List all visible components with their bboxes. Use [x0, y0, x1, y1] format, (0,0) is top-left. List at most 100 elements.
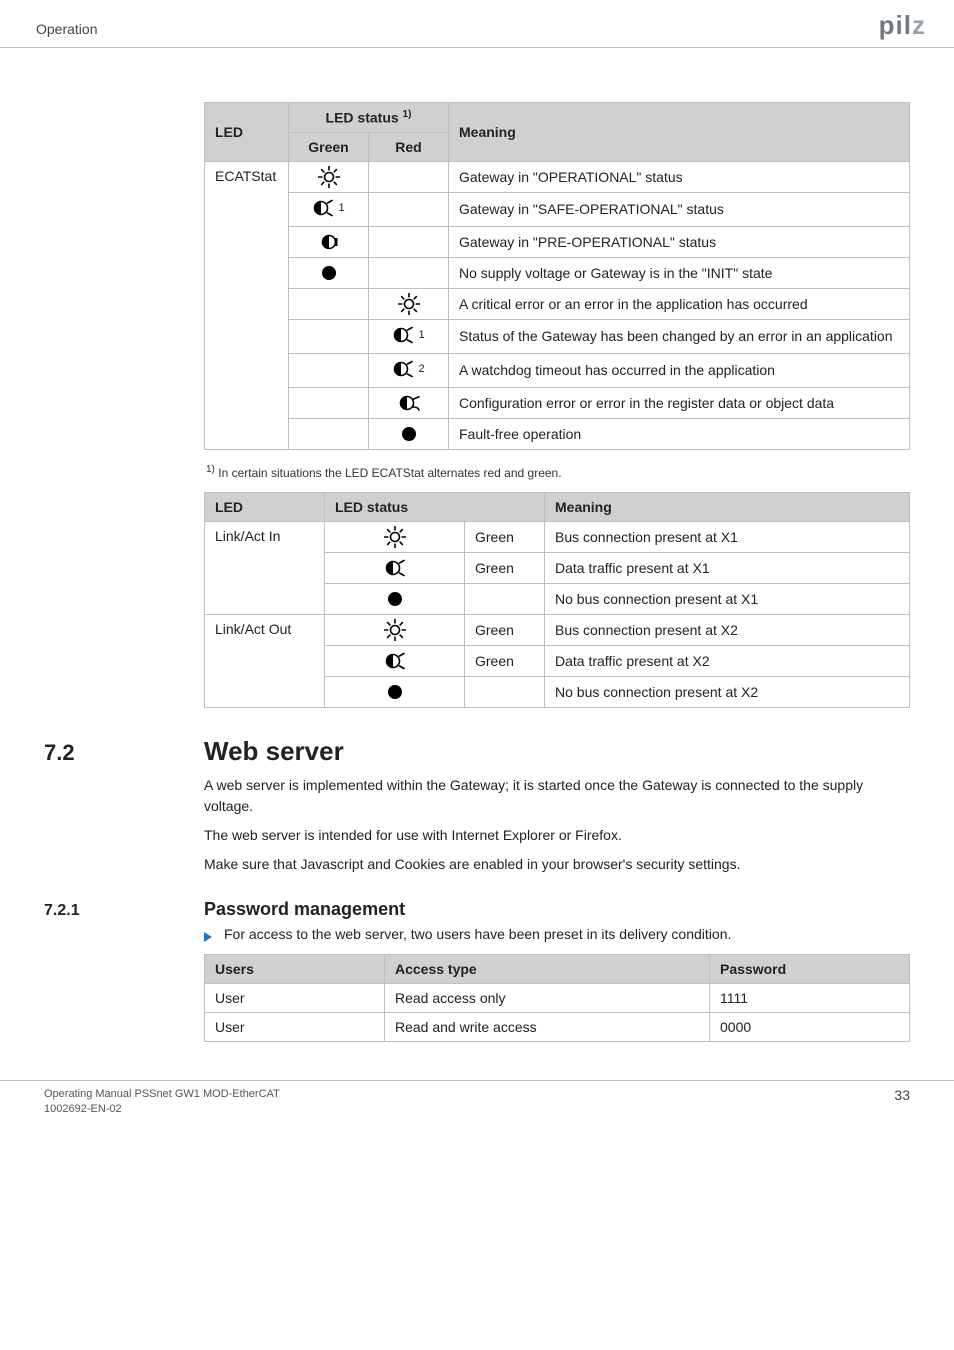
- green-cell: [289, 161, 369, 192]
- password-cell: 0000: [710, 1012, 910, 1041]
- footer-line2: 1002692-EN-02: [44, 1102, 280, 1117]
- t1-h-meaning: Meaning: [449, 103, 910, 162]
- green-cell: [289, 257, 369, 288]
- red-cell: [369, 161, 449, 192]
- table1-wrap: LED LED status 1) Meaning Green Red ECAT…: [204, 102, 910, 480]
- color-cell: [465, 676, 545, 707]
- table-row: Fault-free operation: [205, 418, 910, 449]
- section-label: Operation: [36, 21, 97, 37]
- footer: Operating Manual PSSnet GW1 MOD-EtherCAT…: [0, 1080, 954, 1117]
- icon-with-num: 1: [392, 324, 424, 346]
- red-cell: [369, 226, 449, 257]
- meaning-cell: Status of the Gateway has been changed b…: [449, 319, 910, 353]
- table-row: 1 Gateway in "SAFE-OPERATIONAL" status: [205, 192, 910, 226]
- filled-icon: [398, 423, 420, 445]
- user-cell: User: [205, 983, 385, 1012]
- table-row: Gateway in "PRE-OPERATIONAL" status: [205, 226, 910, 257]
- t2-h-status: LED status: [325, 492, 545, 521]
- table-row: Link/Act OutGreenBus connection present …: [205, 614, 910, 645]
- icon-with-num: 1: [312, 197, 344, 219]
- red-cell: [369, 192, 449, 226]
- red-cell: 1: [369, 319, 449, 353]
- user-cell: User: [205, 1012, 385, 1041]
- t2-h-led: LED: [205, 492, 325, 521]
- bullet-text: For access to the web server, two users …: [224, 926, 731, 942]
- table-row: 1 Status of the Gateway has been changed …: [205, 319, 910, 353]
- t1-row-label: ECATStat: [205, 161, 289, 449]
- color-cell: Green: [465, 645, 545, 676]
- color-cell: Green: [465, 614, 545, 645]
- footer-page: 33: [894, 1087, 910, 1117]
- meaning-cell: Data traffic present at X1: [545, 552, 910, 583]
- led-status-table: LED LED status 1) Meaning Green Red ECAT…: [204, 102, 910, 450]
- meaning-cell: Fault-free operation: [449, 418, 910, 449]
- sec-7-2-p3: Make sure that Javascript and Cookies ar…: [204, 854, 864, 875]
- meaning-cell: A watchdog timeout has occurred in the a…: [449, 353, 910, 387]
- sec-7-2-heading: 7.2 Web server: [44, 736, 910, 767]
- sun-icon: [384, 619, 406, 641]
- t1-h-group: LED status 1): [289, 103, 449, 133]
- footer-left: Operating Manual PSSnet GW1 MOD-EtherCAT…: [44, 1087, 280, 1117]
- sec-7-2-1-heading: 7.2.1 Password management: [44, 899, 910, 920]
- t2-group-label: Link/Act In: [205, 521, 325, 614]
- access-cell: Read access only: [385, 983, 710, 1012]
- icon-num: 1: [338, 202, 344, 214]
- icon-cell: [325, 645, 465, 676]
- t3-h-users: Users: [205, 954, 385, 983]
- halfarrow-icon: [398, 392, 420, 414]
- linkact-table: LED LED status Meaning Link/Act InGreenB…: [204, 492, 910, 708]
- meaning-cell: Gateway in "PRE-OPERATIONAL" status: [449, 226, 910, 257]
- green-cell: [289, 288, 369, 319]
- sun-icon: [384, 526, 406, 548]
- table-row: Configuration error or error in the regi…: [205, 387, 910, 418]
- color-cell: [465, 583, 545, 614]
- green-cell: [289, 418, 369, 449]
- icon-cell: [325, 614, 465, 645]
- t3-h-password: Password: [710, 954, 910, 983]
- filled-icon: [384, 588, 406, 610]
- t1-h-led: LED: [205, 103, 289, 162]
- color-cell: Green: [465, 521, 545, 552]
- red-cell: [369, 257, 449, 288]
- icon-cell: [325, 583, 465, 614]
- icon-cell: [325, 552, 465, 583]
- red-cell: 2: [369, 353, 449, 387]
- content: LED LED status 1) Meaning Green Red ECAT…: [0, 48, 954, 1054]
- green-cell: [289, 353, 369, 387]
- meaning-cell: No supply voltage or Gateway is in the "…: [449, 257, 910, 288]
- sec-7-2-p1: A web server is implemented within the G…: [204, 775, 864, 817]
- t3-h-access: Access type: [385, 954, 710, 983]
- icon-cell: [325, 676, 465, 707]
- halfblink-icon: [312, 197, 334, 219]
- meaning-cell: Data traffic present at X2: [545, 645, 910, 676]
- table-row: ECATStatGateway in "OPERATIONAL" status: [205, 161, 910, 192]
- table2-wrap: LED LED status Meaning Link/Act InGreenB…: [204, 492, 910, 708]
- meaning-cell: A critical error or an error in the appl…: [449, 288, 910, 319]
- sec-7-2-1-bullet: For access to the web server, two users …: [204, 926, 910, 942]
- t2-group-label: Link/Act Out: [205, 614, 325, 707]
- icon-num: 1: [418, 329, 424, 341]
- halfblink-icon: [384, 557, 406, 579]
- filled-icon: [384, 681, 406, 703]
- table-row: Link/Act InGreenBus connection present a…: [205, 521, 910, 552]
- red-cell: [369, 418, 449, 449]
- meaning-cell: Bus connection present at X1: [545, 521, 910, 552]
- page: Operation pilz LED LED status 1) Meaning: [0, 0, 954, 1146]
- access-cell: Read and write access: [385, 1012, 710, 1041]
- green-cell: 1: [289, 192, 369, 226]
- t1-h-green: Green: [289, 132, 369, 161]
- halfblink-icon: [384, 650, 406, 672]
- users-table: Users Access type Password UserRead acce…: [204, 954, 910, 1042]
- green-cell: [289, 387, 369, 418]
- triangle-bullet-icon: [204, 932, 212, 942]
- icon-num: 2: [418, 363, 424, 375]
- t1-footnote: 1) In certain situations the LED ECATSta…: [206, 464, 908, 480]
- meaning-cell: Gateway in "SAFE-OPERATIONAL" status: [449, 192, 910, 226]
- red-cell: [369, 387, 449, 418]
- t1-h-red: Red: [369, 132, 449, 161]
- halfsteady-icon: [318, 231, 340, 253]
- table-row: UserRead and write access0000: [205, 1012, 910, 1041]
- meaning-cell: No bus connection present at X1: [545, 583, 910, 614]
- meaning-cell: Configuration error or error in the regi…: [449, 387, 910, 418]
- sec-7-2-p2: The web server is intended for use with …: [204, 825, 864, 846]
